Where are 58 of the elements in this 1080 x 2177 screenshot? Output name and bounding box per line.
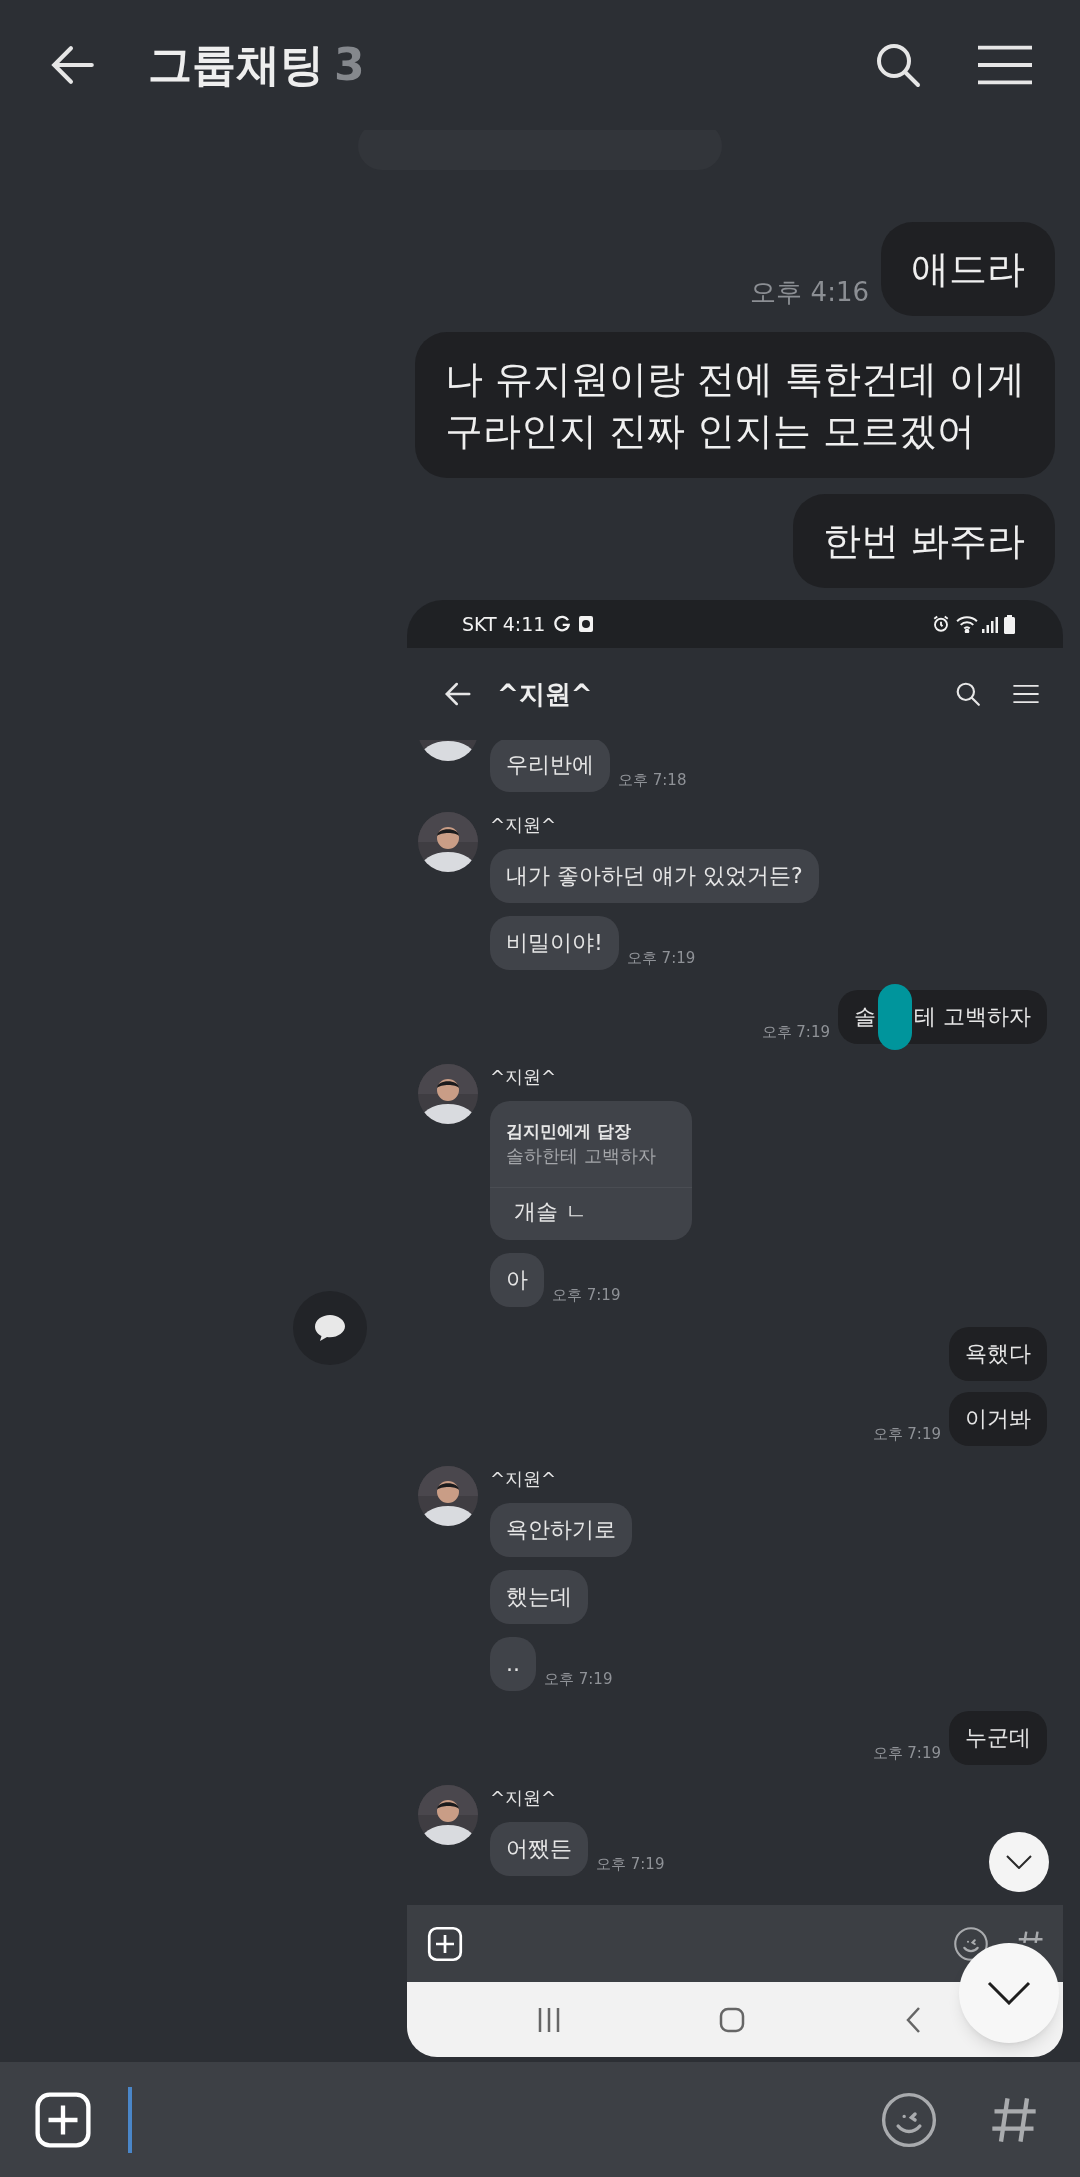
message-bubble: 누군데 xyxy=(949,1711,1047,1765)
reply-label: 김지민에게 답장 xyxy=(505,1120,632,1143)
chat-title: ^지원^ xyxy=(497,677,593,711)
message-bubble: 애드라 xyxy=(881,222,1055,316)
attach-icon[interactable] xyxy=(427,1925,463,1962)
quoted-text: 솔하한테 고백하자 xyxy=(505,1144,657,1168)
input-field[interactable] xyxy=(128,2086,132,2153)
message-bubble: 아 xyxy=(490,1253,544,1307)
message-text: 개솔 ㄴ xyxy=(513,1198,588,1226)
menu-icon[interactable] xyxy=(1013,685,1039,703)
home-icon[interactable] xyxy=(719,2006,745,2033)
message-bubble: 한번 봐주라 xyxy=(792,494,1055,588)
message-bubble: 내가 좋아하던 얘가 있었거든? xyxy=(490,849,819,903)
message-time: 오후 7:19 xyxy=(761,1021,830,1043)
alarm-icon xyxy=(932,615,950,633)
message-bubble: 욕했다 xyxy=(949,1327,1047,1381)
signal-icon xyxy=(982,615,998,633)
sender-name: ^지원^ xyxy=(490,1787,557,1809)
sender-name: ^지원^ xyxy=(490,1066,557,1088)
attach-icon[interactable] xyxy=(34,2090,92,2149)
message-time: 오후 7:19 xyxy=(626,947,696,969)
chat-title: 그룹채팅 xyxy=(148,38,324,92)
message-bubble: 비밀이야! xyxy=(490,916,619,970)
redaction-mark xyxy=(878,984,912,1050)
chevron-down-icon xyxy=(1006,1855,1032,1869)
message-bubble: 욕안하기로 xyxy=(490,1503,632,1557)
message-time: 오후 7:19 xyxy=(872,1423,941,1445)
wifi-icon xyxy=(956,615,978,633)
g-icon xyxy=(553,615,572,633)
message-time: 오후 7:18 xyxy=(618,769,687,791)
message-time: 오후 7:19 xyxy=(872,1742,941,1764)
recent-apps-icon[interactable] xyxy=(537,2006,561,2033)
battery-icon xyxy=(1004,614,1015,634)
message-text: 솔 xyxy=(854,1003,876,1031)
scroll-down-button[interactable] xyxy=(989,1832,1049,1892)
message-bubble: 했는데 xyxy=(490,1570,588,1624)
sender-name: ^지원^ xyxy=(490,1468,557,1490)
notification-icon xyxy=(579,616,594,632)
speech-bubble-icon xyxy=(314,1314,346,1342)
search-icon[interactable] xyxy=(874,41,922,89)
search-icon[interactable] xyxy=(955,681,981,707)
chevron-down-icon xyxy=(987,1981,1031,2005)
message-bubble: 어쨌든 xyxy=(490,1822,588,1876)
status-text: SKT 4:11 xyxy=(462,611,546,637)
message-bubble: 우리반에 xyxy=(490,740,610,792)
menu-icon[interactable] xyxy=(978,45,1032,85)
message-bubble: 이거봐 xyxy=(949,1392,1047,1446)
message-text: 테 고백하자 xyxy=(914,1003,1031,1031)
member-count: 3 xyxy=(334,38,365,92)
back-icon[interactable] xyxy=(905,2006,921,2033)
message-bubble: 나 유지원이랑 전에 톡한건데 이게 구라인지 진짜 인지는 모르겠어 xyxy=(414,332,1055,478)
message-bubble: .. xyxy=(490,1637,536,1691)
message-time: 오후 7:19 xyxy=(552,1284,621,1306)
sender-name: ^지원^ xyxy=(490,814,557,836)
message-time: 오후 7:19 xyxy=(596,1853,665,1875)
emoji-icon[interactable] xyxy=(880,2090,938,2149)
message-time: 오후 7:19 xyxy=(544,1668,613,1690)
message-time: 오후 4:16 xyxy=(750,276,869,309)
